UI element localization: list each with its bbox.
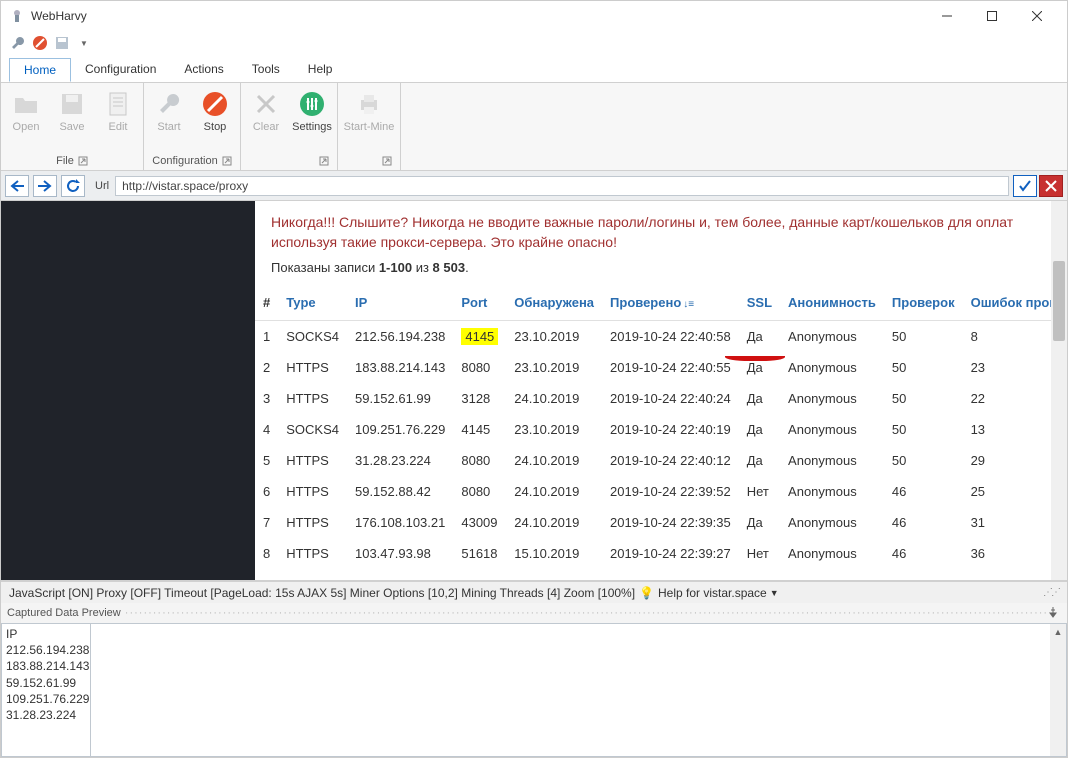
captured-right-panel: ▲ (91, 623, 1067, 757)
captured-column: IP 212.56.194.238183.88.214.14359.152.61… (1, 623, 91, 757)
table-row[interactable]: 1SOCKS4212.56.194.238414523.10.20192019-… (255, 321, 1067, 353)
table-row[interactable]: 5HTTPS31.28.23.224808024.10.20192019-10-… (255, 445, 1067, 476)
table-row[interactable]: 2HTTPS183.88.214.143808023.10.20192019-1… (255, 352, 1067, 383)
warning-text: Никогда!!! Слышите? Никогда не вводите в… (255, 201, 1067, 260)
proxy-table: # Type IP Port Обнаружена Проверено↓≡ SS… (255, 285, 1067, 569)
captured-value: 212.56.194.238 (6, 642, 86, 658)
menu-help[interactable]: Help (294, 58, 347, 80)
captured-value: 31.28.23.224 (6, 707, 86, 723)
menu-configuration[interactable]: Configuration (71, 58, 170, 80)
menu-tools[interactable]: Tools (238, 58, 294, 80)
col-checked[interactable]: Проверено↓≡ (602, 285, 739, 321)
app-icon (9, 8, 25, 24)
web-view: Никогда!!! Слышите? Никогда не вводите в… (255, 201, 1067, 580)
dialog-launcher-icon[interactable] (382, 156, 392, 166)
window-titlebar: WebHarvy (1, 1, 1067, 31)
stop-icon (200, 89, 230, 119)
open-button[interactable]: Open (3, 85, 49, 152)
wrench-icon[interactable] (9, 34, 27, 52)
table-header-row: # Type IP Port Обнаружена Проверено↓≡ SS… (255, 285, 1067, 321)
captured-value: 183.88.214.143 (6, 658, 86, 674)
captured-value: 59.152.61.99 (6, 675, 86, 691)
captured-value: 109.251.76.229 (6, 691, 86, 707)
records-summary: Показаны записи 1-100 из 8 503. (255, 260, 1067, 285)
main-split: Никогда!!! Слышите? Никогда не вводите в… (1, 201, 1067, 581)
captured-col-header: IP (6, 626, 86, 642)
quick-access-toolbar: ▼ (1, 31, 1067, 55)
bulb-icon: 💡 (639, 586, 654, 600)
table-row[interactable]: 4SOCKS4109.251.76.229414523.10.20192019-… (255, 414, 1067, 445)
col-checks[interactable]: Проверок (884, 285, 963, 321)
annotation-underline (725, 351, 785, 361)
maximize-button[interactable] (969, 2, 1014, 30)
captured-data-body: IP 212.56.194.238183.88.214.14359.152.61… (1, 623, 1067, 757)
status-text: JavaScript [ON] Proxy [OFF] Timeout [Pag… (9, 586, 635, 600)
start-mine-button[interactable]: Start-Mine (340, 85, 398, 152)
close-button[interactable] (1014, 2, 1059, 30)
table-row[interactable]: 7HTTPS176.108.103.214300924.10.20192019-… (255, 507, 1067, 538)
url-bar: Url (1, 171, 1067, 201)
help-link[interactable]: Help for vistar.space (658, 586, 767, 600)
dialog-launcher-icon[interactable] (78, 156, 88, 166)
start-button[interactable]: Start (146, 85, 192, 152)
window-title: WebHarvy (31, 9, 924, 23)
url-stop-button[interactable] (1039, 175, 1063, 197)
col-type[interactable]: Type (278, 285, 347, 321)
captured-scrollbar[interactable]: ▲ (1050, 624, 1066, 756)
printer-icon (354, 89, 384, 119)
back-button[interactable] (5, 175, 29, 197)
stop-small-icon[interactable] (31, 34, 49, 52)
settings-icon (297, 89, 327, 119)
scrollbar-thumb[interactable] (1053, 261, 1065, 341)
table-row[interactable]: 8HTTPS103.47.93.985161815.10.20192019-10… (255, 538, 1067, 569)
folder-open-icon (11, 89, 41, 119)
resize-grip-icon: ⋰⋰ (1043, 587, 1059, 598)
dropdown-icon[interactable]: ▼ (75, 34, 93, 52)
url-input[interactable] (115, 176, 1009, 196)
wrench-large-icon (154, 89, 184, 119)
clear-button[interactable]: Clear (243, 85, 289, 152)
ribbon-group-config-label: Configuration (152, 155, 217, 167)
menu-home[interactable]: Home (9, 58, 71, 82)
scroll-up-icon[interactable]: ▲ (1050, 624, 1066, 640)
col-index[interactable]: # (255, 285, 278, 321)
col-found[interactable]: Обнаружена (506, 285, 602, 321)
sort-desc-icon: ↓≡ (683, 299, 694, 310)
url-label: Url (95, 180, 109, 192)
dialog-launcher-icon[interactable] (319, 156, 329, 166)
url-go-button[interactable] (1013, 175, 1037, 197)
table-row[interactable]: 6HTTPS59.152.88.42808024.10.20192019-10-… (255, 476, 1067, 507)
table-row[interactable]: 3HTTPS59.152.61.99312824.10.20192019-10-… (255, 383, 1067, 414)
col-ip[interactable]: IP (347, 285, 453, 321)
menu-actions[interactable]: Actions (170, 58, 237, 80)
col-anon[interactable]: Анонимность (780, 285, 884, 321)
save-small-icon[interactable] (53, 34, 71, 52)
col-port[interactable]: Port (453, 285, 506, 321)
save-icon (57, 89, 87, 119)
minimize-button[interactable] (924, 2, 969, 30)
status-bar: JavaScript [ON] Proxy [OFF] Timeout [Pag… (1, 581, 1067, 603)
col-ssl[interactable]: SSL (739, 285, 780, 321)
ribbon-group-file-label: File (56, 155, 74, 167)
save-button[interactable]: Save (49, 85, 95, 152)
document-edit-icon (103, 89, 133, 119)
side-panel (1, 201, 255, 580)
menu-bar: Home Configuration Actions Tools Help (1, 55, 1067, 83)
edit-button[interactable]: Edit (95, 85, 141, 152)
vertical-scrollbar[interactable] (1051, 201, 1067, 580)
clear-icon (251, 89, 281, 119)
ribbon: Open Save Edit File Start Stop Configur (1, 83, 1067, 171)
dialog-launcher-icon[interactable] (222, 156, 232, 166)
settings-button[interactable]: Settings (289, 85, 335, 152)
captured-title: Captured Data Preview (7, 607, 121, 619)
pin-icon[interactable] (1047, 606, 1061, 620)
captured-data-header: Captured Data Preview ··················… (1, 603, 1067, 623)
stop-button[interactable]: Stop (192, 85, 238, 152)
chevron-down-icon[interactable]: ▼ (770, 588, 779, 598)
forward-button[interactable] (33, 175, 57, 197)
reload-button[interactable] (61, 175, 85, 197)
